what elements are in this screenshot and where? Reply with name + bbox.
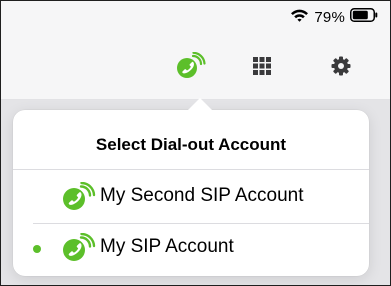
sip-phone-icon bbox=[174, 51, 206, 85]
top-bar: 79% bbox=[1, 1, 390, 100]
popover-title: Select Dial-out Account bbox=[95, 134, 287, 154]
account-row-second-sip[interactable]: My Second SIP Account bbox=[13, 173, 369, 223]
dial-out-account-popover: Select Dial-out Account My Second SIP Ac… bbox=[13, 98, 369, 276]
battery-icon bbox=[350, 7, 378, 27]
dial-out-account-button[interactable] bbox=[174, 51, 206, 85]
title-divider bbox=[13, 169, 369, 170]
battery-percent: 79% bbox=[314, 8, 345, 26]
sip-account-icon bbox=[61, 232, 97, 263]
account-label: My SIP Account bbox=[100, 236, 234, 257]
selected-indicator bbox=[33, 245, 41, 253]
popover-arrow bbox=[187, 98, 213, 111]
account-label: My Second SIP Account bbox=[100, 185, 304, 206]
wifi-icon bbox=[290, 8, 309, 27]
status-bar: 79% bbox=[290, 7, 378, 27]
sip-account-icon bbox=[61, 181, 97, 212]
app-window: 79% Select Dial-out Account My Second SI… bbox=[0, 0, 391, 286]
grid-icon bbox=[253, 56, 271, 80]
gear-icon bbox=[331, 56, 351, 81]
settings-button[interactable] bbox=[326, 53, 356, 83]
keypad-button[interactable] bbox=[247, 53, 277, 83]
account-row-sip[interactable]: My SIP Account bbox=[13, 224, 369, 274]
